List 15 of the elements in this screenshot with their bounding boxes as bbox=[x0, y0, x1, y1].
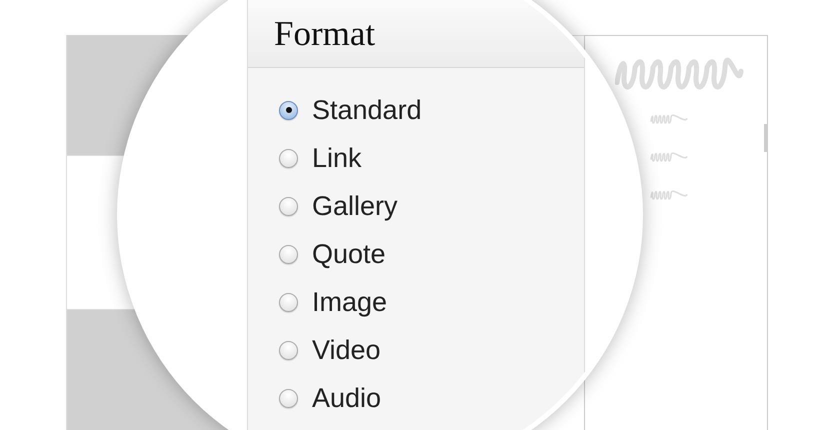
radio-label: Gallery bbox=[312, 190, 398, 222]
radio-button[interactable] bbox=[279, 244, 298, 264]
radio-label: Image bbox=[312, 286, 388, 318]
radio-button[interactable] bbox=[279, 388, 298, 408]
radio-label: Video bbox=[312, 334, 381, 366]
radio-button[interactable] bbox=[279, 340, 298, 360]
radio-button[interactable] bbox=[279, 292, 298, 312]
panel-title: Format bbox=[274, 14, 376, 54]
radio-label: Quote bbox=[312, 238, 386, 270]
radio-label: Link bbox=[312, 142, 362, 174]
radio-button[interactable] bbox=[279, 100, 298, 120]
radio-button[interactable] bbox=[279, 196, 298, 216]
radio-label: Standard bbox=[312, 94, 422, 126]
radio-button[interactable] bbox=[279, 148, 298, 168]
radio-label: Audio bbox=[312, 382, 382, 414]
